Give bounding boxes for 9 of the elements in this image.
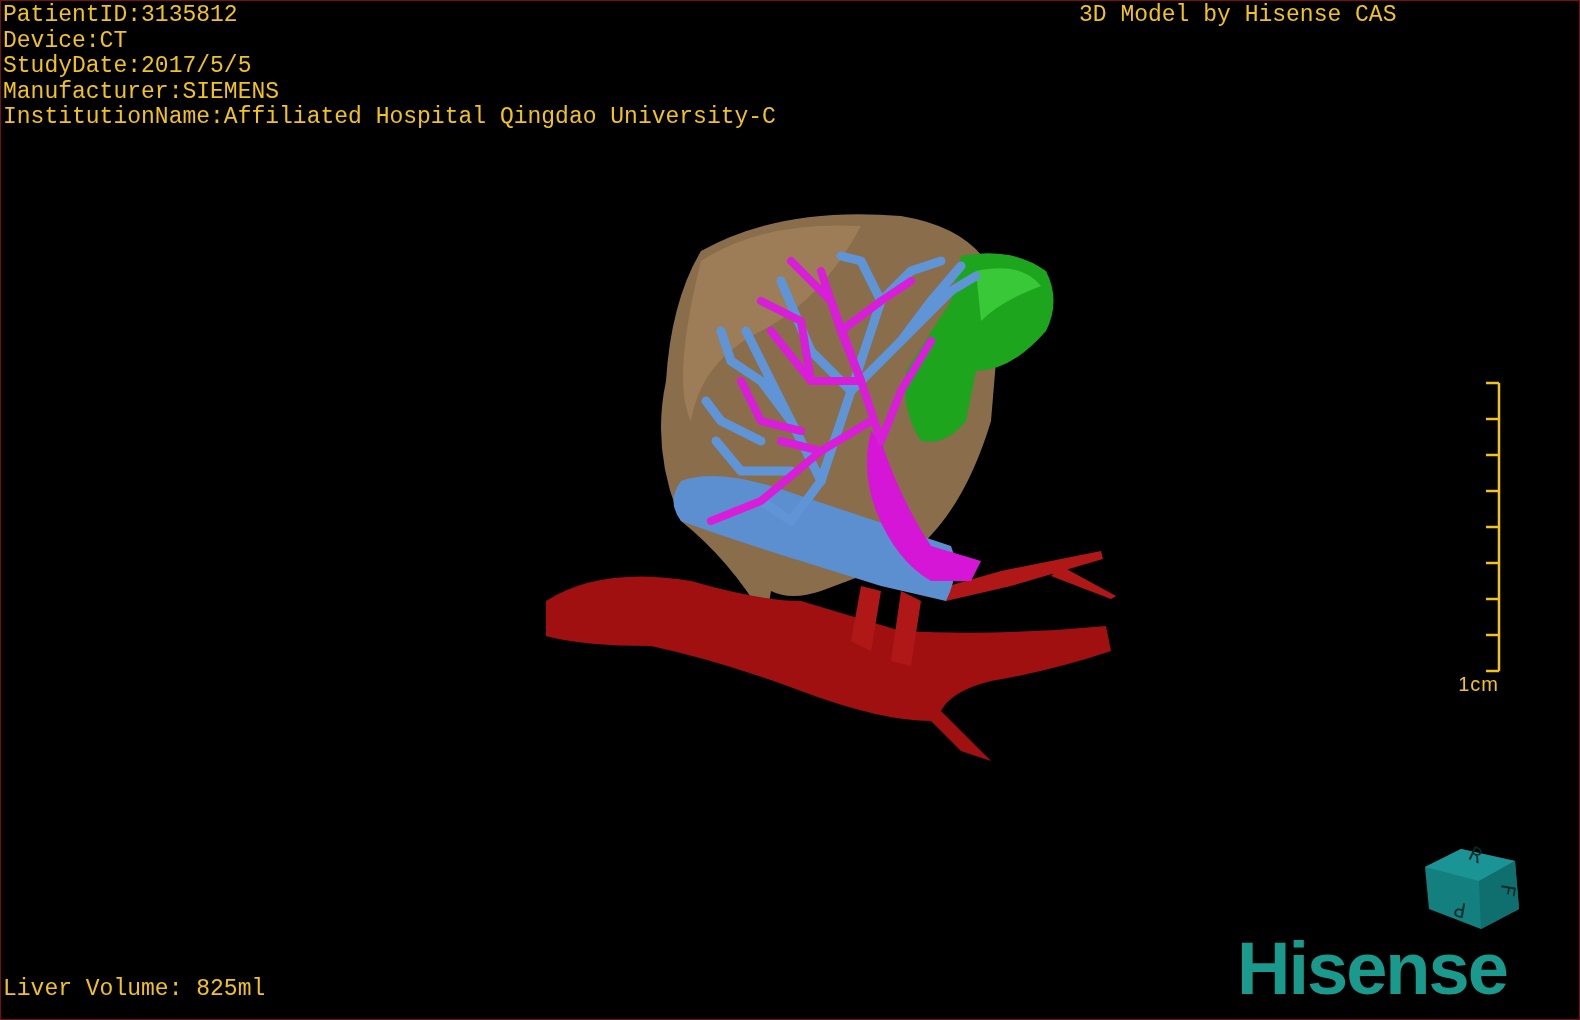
patient-info-text: PatientID:3135812 (3, 3, 238, 29)
patient-info-text: InstitutionName:Affiliated Hospital Qingdao University-C (3, 105, 776, 131)
scale-label: 1cm (1458, 673, 1499, 696)
patient-info-text: Device:CT (3, 28, 128, 54)
liver-volume-text: Liver Volume: 825ml (3, 977, 266, 1003)
viewer-title: 3D Model by Hisense CAS (1079, 3, 1397, 29)
brand-logo: Hisense (1237, 929, 1507, 1009)
patient-info-text: Manufacturer:SIEMENS (3, 79, 280, 105)
patient-info-text: StudyDate:2017/5/5 (3, 54, 252, 80)
